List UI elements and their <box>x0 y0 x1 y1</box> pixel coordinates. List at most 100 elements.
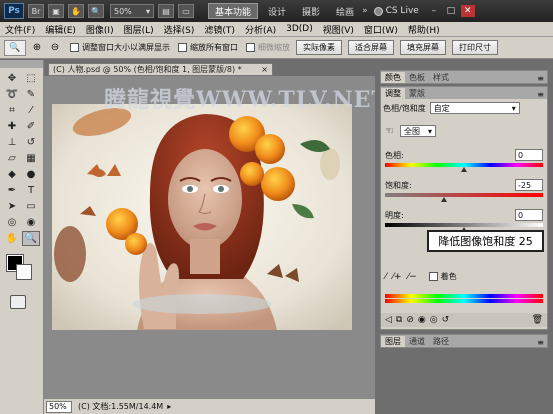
menu-filter[interactable]: 滤镜(T) <box>199 23 240 36</box>
zoom-out-icon[interactable]: ⊖ <box>48 41 62 55</box>
menu-file[interactable]: 文件(F) <box>0 23 40 36</box>
saturation-slider-thumb[interactable] <box>441 197 448 202</box>
menu-image[interactable]: 图像(I) <box>81 23 119 36</box>
marquee-tool-icon[interactable]: ⬚ <box>22 71 40 86</box>
workspace-design-button[interactable]: 设计 <box>262 3 292 19</box>
tools-panel-header[interactable] <box>0 60 43 68</box>
eyedropper-tool-icon[interactable]: ⁄ <box>22 103 40 118</box>
menu-3d[interactable]: 3D(D) <box>281 24 318 34</box>
hue-slider[interactable] <box>385 167 543 173</box>
history-brush-tool-icon[interactable]: ↺ <box>22 135 40 150</box>
panel-menu-icon[interactable]: ≡ <box>537 338 547 347</box>
clone-stamp-tool-icon[interactable]: ⊥ <box>3 135 21 150</box>
document-tab[interactable]: (C) 人物.psd @ 50% (色相/饱和度 1, 图层蒙版/8) * × <box>48 63 273 76</box>
zoom-in-icon[interactable]: ⊕ <box>30 41 44 55</box>
hue-slider-thumb[interactable] <box>461 167 467 172</box>
close-document-icon[interactable]: × <box>261 65 268 74</box>
preset-dropdown[interactable]: 自定 ▾ <box>429 102 520 114</box>
print-size-button[interactable]: 打印尺寸 <box>452 40 498 55</box>
close-icon[interactable]: ✕ <box>460 5 475 17</box>
saturation-input[interactable]: -25 <box>515 179 543 191</box>
fill-screen-button[interactable]: 填充屏幕 <box>400 40 446 55</box>
menu-help[interactable]: 帮助(H) <box>403 23 445 36</box>
fit-screen-button[interactable]: 适合屏幕 <box>348 40 394 55</box>
status-menu-icon[interactable]: ▸ <box>167 402 171 411</box>
document-image[interactable] <box>52 104 352 330</box>
actual-pixels-button[interactable]: 实际像素 <box>296 40 342 55</box>
channel-dropdown[interactable]: 全图 ▾ <box>399 125 436 137</box>
screen-mode-icon[interactable]: ▭ <box>178 4 194 18</box>
cs-live-button[interactable]: CS Live <box>373 6 419 16</box>
colorize-checkbox[interactable]: 着色 <box>428 271 457 282</box>
tab-swatches[interactable]: 色板 <box>405 72 429 83</box>
brush-tool-icon[interactable]: ✐ <box>22 119 40 134</box>
eraser-tool-icon[interactable]: ▱ <box>3 151 21 166</box>
path-select-tool-icon[interactable]: ➤ <box>3 199 21 214</box>
blur-tool-icon[interactable]: ◆ <box>3 167 21 182</box>
workspace-essentials-button[interactable]: 基本功能 <box>208 3 259 19</box>
tab-color[interactable]: 颜色 <box>381 72 405 83</box>
lasso-tool-icon[interactable]: ➰ <box>3 87 21 102</box>
tab-adjustments[interactable]: 调整 <box>381 88 405 99</box>
maximize-icon[interactable]: □ <box>444 5 458 17</box>
tool-preset-picker[interactable]: 🔍 <box>4 39 26 56</box>
3d-rotate-tool-icon[interactable]: ◎ <box>3 215 21 230</box>
hand-tool-icon[interactable]: ✋ <box>68 4 84 18</box>
mini-bridge-icon[interactable]: ▣ <box>48 4 64 18</box>
tab-paths[interactable]: 路径 <box>429 336 453 347</box>
bridge-icon[interactable]: Br <box>28 4 44 18</box>
background-color-swatch[interactable] <box>16 264 32 280</box>
menu-edit[interactable]: 编辑(E) <box>40 23 81 36</box>
hue-input[interactable]: 0 <box>515 149 543 161</box>
expand-view-icon[interactable]: ⧉ <box>396 315 402 325</box>
3d-orbit-tool-icon[interactable]: ◉ <box>22 215 40 230</box>
tab-channels[interactable]: 通道 <box>405 336 429 347</box>
menu-view[interactable]: 视图(V) <box>318 23 359 36</box>
panel-menu-icon[interactable]: ≡ <box>537 90 547 99</box>
zoom-tool-icon[interactable]: 🔍 <box>22 231 40 246</box>
resize-windows-checkbox[interactable]: 调整窗口大小以满屏显示 <box>70 42 170 53</box>
tab-layers[interactable]: 图层 <box>381 336 405 347</box>
menu-window[interactable]: 窗口(W) <box>359 23 403 36</box>
hand-tool-icon[interactable]: ✋ <box>3 231 21 246</box>
shape-tool-icon[interactable]: ▭ <box>22 199 40 214</box>
lightness-input[interactable]: 0 <box>515 209 543 221</box>
back-icon[interactable]: ◁ <box>385 315 392 325</box>
tab-styles[interactable]: 样式 <box>429 72 453 83</box>
targeted-adjust-icon[interactable]: ☜ <box>385 126 394 137</box>
tab-masks[interactable]: 蒙版 <box>405 88 429 99</box>
healing-brush-tool-icon[interactable]: ✚ <box>3 119 21 134</box>
clip-to-layer-icon[interactable]: ⊘ <box>406 315 414 325</box>
arrange-documents-icon[interactable]: ▤ <box>158 4 174 18</box>
trash-icon[interactable]: 🗑 <box>532 315 543 325</box>
workspace-photography-button[interactable]: 摄影 <box>296 3 326 19</box>
eyedropper-plus-icon[interactable]: ⁄+ <box>393 272 402 282</box>
document-info[interactable]: (C) 文档:1.55M/14.4M <box>78 401 163 412</box>
gradient-tool-icon[interactable]: ▦ <box>22 151 40 166</box>
eyedropper-icon[interactable]: ⁄ <box>385 272 387 282</box>
crop-tool-icon[interactable]: ⌗ <box>3 103 21 118</box>
move-tool-icon[interactable]: ✥ <box>3 71 21 86</box>
visibility-icon[interactable]: ◉ <box>418 315 426 325</box>
menu-analysis[interactable]: 分析(A) <box>240 23 281 36</box>
reset-icon[interactable]: ↺ <box>442 315 450 325</box>
pen-tool-icon[interactable]: ✒ <box>3 183 21 198</box>
workspace-painting-button[interactable]: 绘画 <box>330 3 360 19</box>
menu-layer[interactable]: 图层(L) <box>119 23 159 36</box>
menu-select[interactable]: 选择(S) <box>159 23 200 36</box>
quick-mask-icon[interactable] <box>10 295 26 309</box>
zoom-tool-icon[interactable]: 🔍 <box>88 4 104 18</box>
zoom-all-windows-checkbox[interactable]: 缩放所有窗口 <box>178 42 238 53</box>
view-previous-icon[interactable]: ◎ <box>430 315 438 325</box>
minimize-icon[interactable]: – <box>427 5 441 17</box>
saturation-slider[interactable] <box>385 197 543 203</box>
eyedropper-minus-icon[interactable]: ⁄− <box>408 272 417 282</box>
dodge-tool-icon[interactable]: ● <box>22 167 40 182</box>
more-workspaces-button[interactable]: » <box>362 6 368 16</box>
zoom-field[interactable]: 50% <box>46 400 72 413</box>
panel-menu-icon[interactable]: ≡ <box>537 74 547 83</box>
quick-select-tool-icon[interactable]: ✎ <box>22 87 40 102</box>
type-tool-icon[interactable]: T <box>22 183 40 198</box>
scrubby-zoom-checkbox[interactable]: 细微缩放 <box>246 42 290 53</box>
zoom-level-dropdown[interactable]: 50% ▾ <box>110 4 154 18</box>
